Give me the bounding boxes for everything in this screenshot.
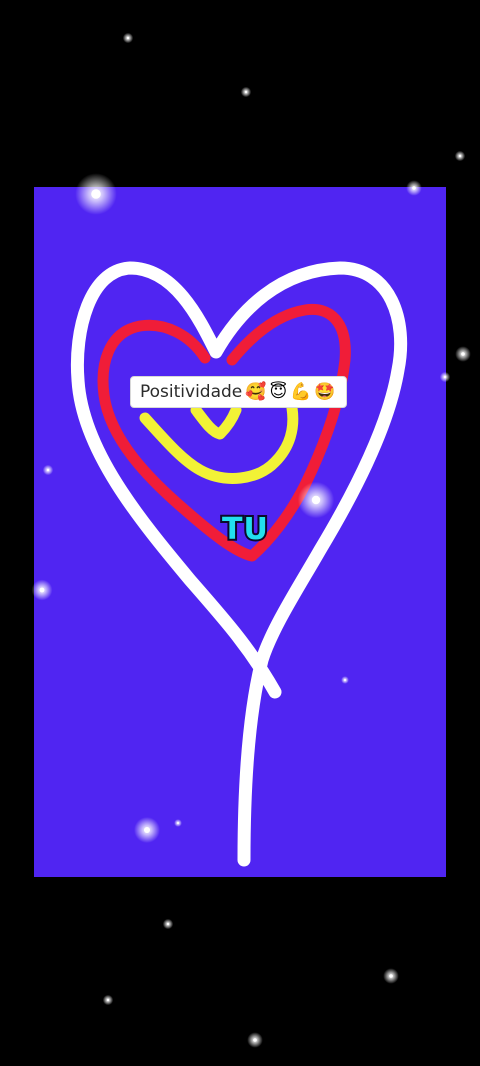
sparkle-star-icon [461, 352, 465, 356]
tu-sticker-label: TU [220, 510, 270, 549]
sparkle-star-icon [244, 90, 248, 94]
star-struck-emoji-icon: 🤩 [314, 381, 336, 402]
sparkle-star-icon [458, 154, 462, 158]
flexed-biceps-emoji-icon: 💪 [290, 381, 312, 402]
sparkle-star-icon [389, 974, 393, 978]
sparkle-star-icon [311, 495, 321, 505]
sparkle-star-icon [39, 587, 45, 593]
halo-smile-emoji-icon: 😇 [269, 381, 288, 402]
sparkle-star-icon [91, 189, 101, 199]
sparkle-star-icon [46, 468, 50, 472]
sparkle-star-icon [443, 375, 447, 379]
caption-box: Positividade 🥰 😇 💪 🤩 [130, 376, 347, 408]
sparkle-star-icon [253, 1038, 257, 1042]
sparkle-star-icon [126, 36, 130, 40]
smiling-hearts-emoji-icon: 🥰 [245, 381, 267, 402]
sparkle-star-icon [144, 827, 150, 833]
caption-text: Positividade [140, 382, 243, 402]
sparkle-star-icon [344, 679, 346, 681]
sparkle-star-icon [412, 186, 416, 190]
sparkle-star-icon [177, 822, 179, 824]
sparkle-star-icon [166, 922, 170, 926]
sparkle-star-icon [106, 998, 110, 1002]
